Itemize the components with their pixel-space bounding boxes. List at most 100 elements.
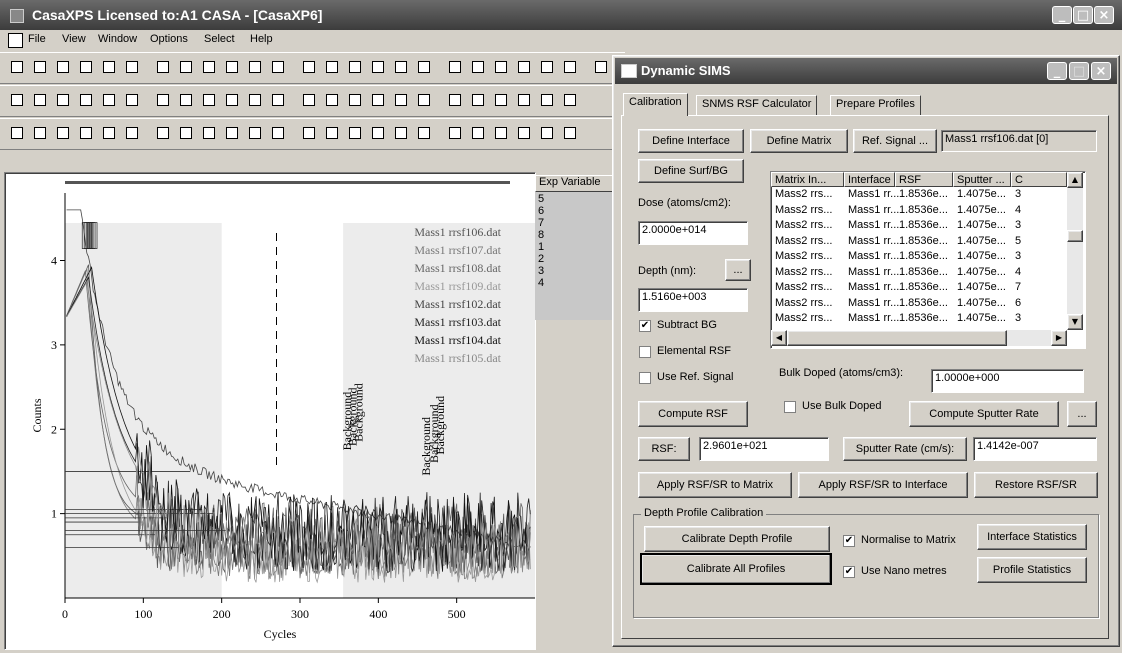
toolbar1-tool-12-icon[interactable] [269,58,287,76]
calibrate-all-profiles-button[interactable]: Calibrate All Profiles [640,553,832,585]
toolbar1-tool-17-icon[interactable] [392,58,410,76]
list-vertical-scrollbar[interactable]: ▲ ▼ [1067,172,1083,330]
toolbar3-tool-10-icon[interactable] [223,124,241,142]
scroll-down-arrow-icon[interactable]: ▼ [1067,314,1083,330]
sputter-rate-field[interactable]: 1.4142e-007 [973,437,1097,461]
toolbar1-tool-4-icon[interactable] [77,58,95,76]
list-row[interactable]: Mass2 rrs... Mass1 rr... 1.8536e... 1.4075e… [771,234,1067,249]
define-surf-bg-button[interactable]: Define Surf/BG [638,159,744,183]
menu-options[interactable]: Options [150,33,188,45]
menu-window[interactable]: Window [98,33,137,45]
menu-file[interactable]: File [28,33,46,45]
tab-snms-rsf-calculator[interactable]: SNMS RSF Calculator [696,95,818,115]
toolbar1-tool-13-icon[interactable] [300,58,318,76]
column-rsf[interactable]: RSF [895,172,953,187]
rsf-field[interactable]: 2.9601e+021 [699,437,829,461]
toolbar3-tool-6-icon[interactable] [123,124,141,142]
toolbar2-tool-18-icon[interactable] [415,91,433,109]
toolbar2-tool-21-icon[interactable] [492,91,510,109]
toolbar3-tool-9-icon[interactable] [200,124,218,142]
exp-variable-row[interactable]: 8 [538,229,544,241]
exp-variable-row[interactable]: 6 [538,205,544,217]
compute-sputter-rate-button[interactable]: Compute Sputter Rate [909,401,1059,427]
apply-matrix-button[interactable]: Apply RSF/SR to Matrix [638,472,792,498]
toolbar2-tool-12-icon[interactable] [269,91,287,109]
scroll-up-arrow-icon[interactable]: ▲ [1067,172,1083,188]
toolbar2-tool-2-icon[interactable] [31,91,49,109]
spectrum-chart[interactable]: 0 100 200 300 400 500 1 2 3 4 Cycles Counts Mass1 rr… [5,173,535,649]
toolbar3-tool-11-icon[interactable] [246,124,264,142]
tab-calibration[interactable]: Calibration [623,93,688,116]
ref-signal-button[interactable]: Ref. Signal ... [853,129,937,153]
close-icon[interactable]: × [1094,6,1114,24]
rsf-button[interactable]: RSF: [638,437,690,461]
apply-interface-button[interactable]: Apply RSF/SR to Interface [798,472,968,498]
interface-statistics-button[interactable]: Interface Statistics [977,524,1087,550]
toolbar1-tool-25-icon[interactable] [592,58,610,76]
toolbar1-tool-22-icon[interactable] [515,58,533,76]
menu-help[interactable]: Help [250,33,273,45]
toolbar3-tool-23-icon[interactable] [538,124,556,142]
toolbar2-tool-11-icon[interactable] [246,91,264,109]
column-matrix[interactable]: Matrix In... [771,172,844,187]
toolbar3-tool-24-icon[interactable] [561,124,579,142]
exp-variable-row[interactable]: 2 [538,253,544,265]
toolbar3-tool-4-icon[interactable] [77,124,95,142]
menu-select[interactable]: Select [204,33,235,45]
restore-button[interactable]: Restore RSF/SR [974,472,1098,498]
toolbar3-tool-16-icon[interactable] [369,124,387,142]
toolbar3-tool-5-icon[interactable] [100,124,118,142]
dialog-minimize-icon[interactable]: _ [1047,62,1067,80]
bulk-doped-field[interactable]: 1.0000e+000 [931,369,1084,393]
toolbar2-tool-3-icon[interactable] [54,91,72,109]
toolbar3-tool-12-icon[interactable] [269,124,287,142]
toolbar1-tool-18-icon[interactable] [415,58,433,76]
toolbar1-tool-14-icon[interactable] [323,58,341,76]
toolbar1-tool-20-icon[interactable] [469,58,487,76]
maximize-icon[interactable]: □ [1073,6,1093,24]
toolbar1-tool-24-icon[interactable] [561,58,579,76]
toolbar3-tool-17-icon[interactable] [392,124,410,142]
toolbar1-tool-3-icon[interactable] [54,58,72,76]
plot-area[interactable]: 0 100 200 300 400 500 1 2 3 4 Cycles Counts Mass1 rr… [4,172,536,650]
use-ref-signal-checkbox[interactable] [639,372,651,384]
toolbar3-tool-2-icon[interactable] [31,124,49,142]
toolbar2-tool-9-icon[interactable] [200,91,218,109]
exp-variable-row[interactable]: 3 [538,265,544,277]
sputter-options-button[interactable]: ... [1067,401,1097,427]
toolbar1-tool-21-icon[interactable] [492,58,510,76]
toolbar2-tool-17-icon[interactable] [392,91,410,109]
legend-entry[interactable]: Mass1 rrsf107.dat [414,243,501,257]
toolbar1-tool-1-icon[interactable] [8,58,26,76]
toolbar3-tool-1-icon[interactable] [8,124,26,142]
scroll-thumb[interactable] [1067,230,1083,242]
toolbar3-tool-18-icon[interactable] [415,124,433,142]
exp-variable-row[interactable]: 7 [538,217,544,229]
toolbar3-tool-20-icon[interactable] [469,124,487,142]
toolbar3-tool-13-icon[interactable] [300,124,318,142]
list-horizontal-scrollbar[interactable]: ◀ ▶ [771,330,1067,346]
menu-view[interactable]: View [62,33,86,45]
toolbar1-tool-19-icon[interactable] [446,58,464,76]
list-row[interactable]: Mass2 rrs... Mass1 rr... 1.8536e... 1.4075e… [771,218,1067,233]
define-matrix-button[interactable]: Define Matrix [750,129,848,153]
ref-signal-field[interactable]: Mass1 rrsf106.dat [0] [941,130,1097,152]
column-c[interactable]: C [1011,172,1067,187]
depth-field[interactable]: 1.5160e+003 [638,288,748,312]
toolbar1-tool-11-icon[interactable] [246,58,264,76]
toolbar2-tool-6-icon[interactable] [123,91,141,109]
list-row[interactable]: Mass2 rrs... Mass1 rr... 1.8536e... 1.4075e… [771,280,1067,295]
dose-field[interactable]: 2.0000e+014 [638,221,748,245]
toolbar3-tool-15-icon[interactable] [346,124,364,142]
toolbar1-tool-9-icon[interactable] [200,58,218,76]
rsf-list-view[interactable]: Matrix In... Interface RSF Sputter ... C… [770,171,1086,349]
toolbar2-tool-22-icon[interactable] [515,91,533,109]
toolbar1-tool-2-icon[interactable] [31,58,49,76]
exp-variable-row[interactable]: 5 [538,193,544,205]
toolbar1-tool-16-icon[interactable] [369,58,387,76]
legend-entry[interactable]: Mass1 rrsf108.dat [414,261,501,275]
column-interface[interactable]: Interface [844,172,895,187]
legend-entry[interactable]: Mass1 rrsf109.dat [414,279,501,293]
use-bulk-doped-checkbox[interactable] [784,401,796,413]
list-row[interactable]: Mass2 rrs... Mass1 rr... 1.8536e... 1.4075e… [771,249,1067,264]
